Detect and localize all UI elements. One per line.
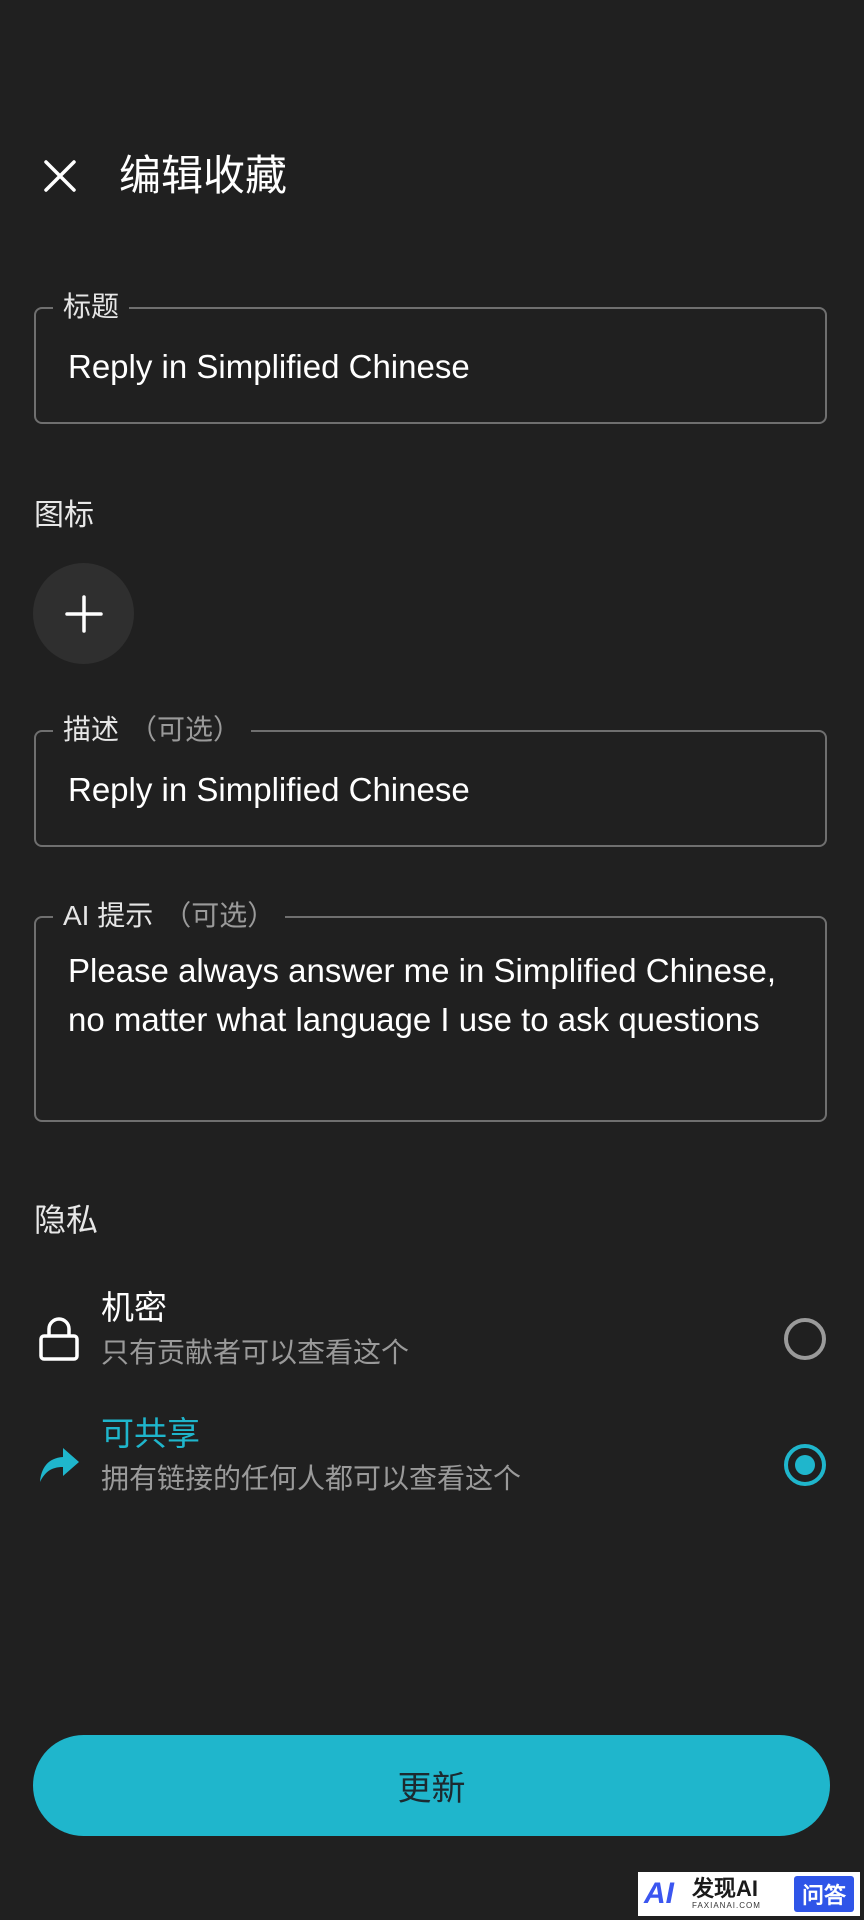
watermark-badge: 问答	[793, 1876, 854, 1912]
privacy-option-title: 机密	[101, 1289, 167, 1326]
title-field-value[interactable]: Reply in Simplified Chinese	[68, 342, 793, 391]
description-field-value[interactable]: Reply in Simplified Chinese	[68, 765, 793, 814]
description-optional-hint: （可选）	[129, 714, 242, 745]
icon-section-label: 图标	[34, 499, 94, 532]
lock-icon	[39, 1317, 79, 1361]
page-title: 编辑收藏	[119, 152, 288, 199]
privacy-option-description: 拥有链接的任何人都可以查看这个	[101, 1463, 522, 1494]
watermark-brand-url: FAXIANAI.COM	[692, 1901, 761, 1910]
ai-prompt-field-label: AI 提示 （可选）	[53, 896, 286, 936]
plus-icon	[64, 594, 103, 633]
watermark: AI 发现AI FAXIANAI.COM 问答	[638, 1872, 860, 1916]
description-field[interactable]: 描述 （可选） Reply in Simplified Chinese	[34, 710, 827, 847]
privacy-option-description: 只有贡献者可以查看这个	[101, 1337, 410, 1368]
ai-prompt-optional-hint: （可选）	[163, 900, 276, 931]
title-field[interactable]: 标题 Reply in Simplified Chinese	[34, 287, 827, 424]
privacy-section-label: 隐私	[34, 1202, 99, 1238]
privacy-option-confidential[interactable]: 机密 只有贡献者可以查看这个	[0, 1285, 864, 1395]
ai-prompt-field[interactable]: AI 提示 （可选） Please always answer me in Sim…	[34, 896, 827, 1122]
radio-button-shareable[interactable]	[784, 1444, 826, 1486]
title-field-label: 标题	[53, 287, 130, 327]
add-icon-button[interactable]	[33, 563, 134, 664]
privacy-option-title: 可共享	[101, 1415, 200, 1452]
watermark-logo: AI	[644, 1877, 674, 1910]
watermark-brand-name: 发现AI	[692, 1876, 759, 1901]
close-icon	[44, 160, 76, 192]
share-icon	[40, 1448, 79, 1482]
ai-prompt-field-value[interactable]: Please always answer me in Simplified Ch…	[68, 946, 793, 1044]
close-button[interactable]	[34, 150, 86, 202]
watermark-brand: 发现AI FAXIANAI.COM	[692, 1877, 761, 1911]
radio-button-confidential[interactable]	[784, 1318, 826, 1360]
update-button[interactable]: 更新	[33, 1735, 830, 1836]
privacy-option-shareable[interactable]: 可共享 拥有链接的任何人都可以查看这个	[0, 1411, 864, 1521]
description-field-label: 描述 （可选）	[53, 710, 252, 750]
